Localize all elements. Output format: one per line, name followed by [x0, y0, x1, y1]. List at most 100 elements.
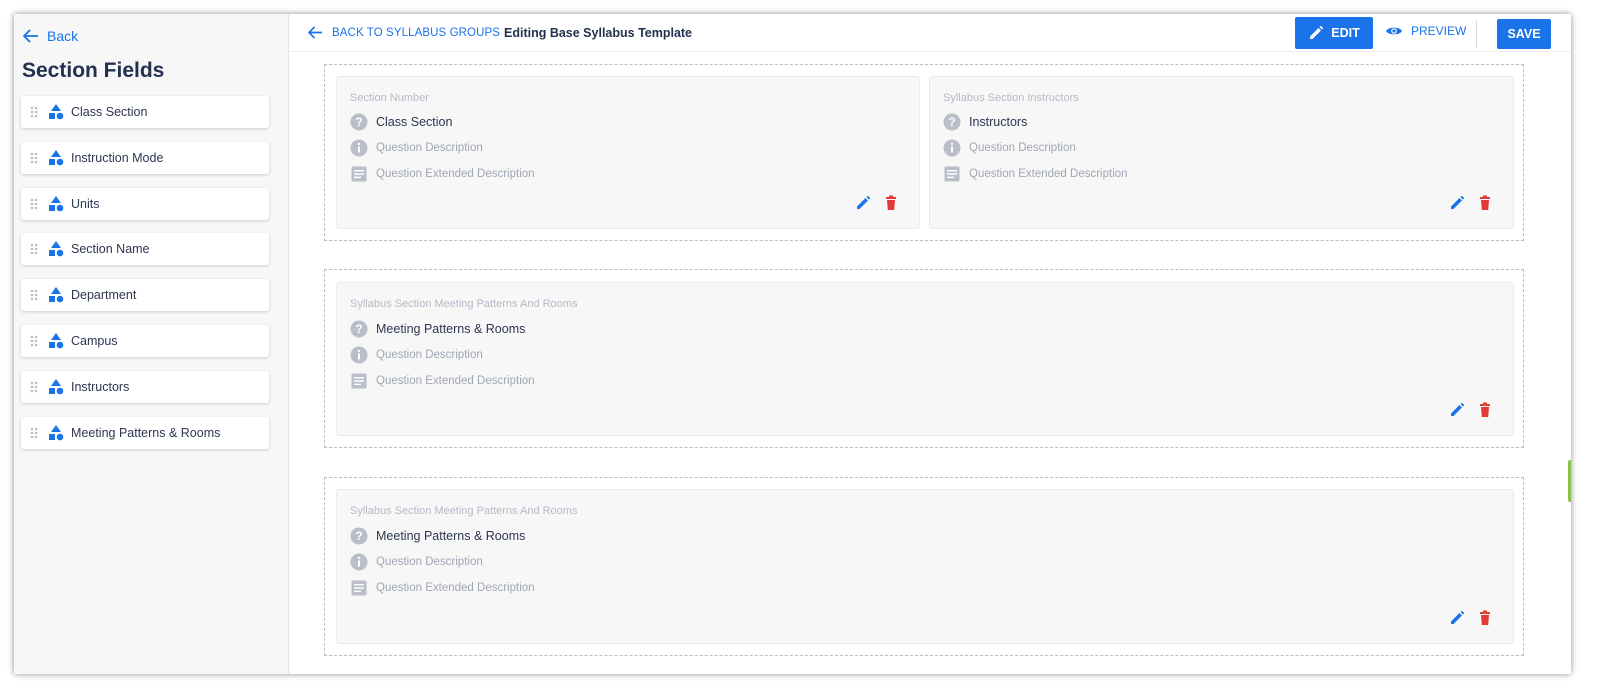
card-question-extended-description: Question Extended Description — [376, 582, 535, 594]
shapes-icon — [47, 378, 65, 396]
preview-button[interactable]: PREVIEW — [1385, 24, 1466, 38]
card-actions — [843, 195, 899, 211]
card-question-name: Class Section — [376, 115, 453, 129]
card-description-line: Question Description — [350, 346, 483, 364]
back-to-syllabus-groups-link[interactable]: BACK TO SYLLABUS GROUPS — [308, 26, 500, 39]
sidebar-title: Section Fields — [22, 59, 165, 82]
field-item-instructors[interactable]: Instructors — [21, 370, 269, 403]
template-row[interactable]: Section Number ? Class Section Question … — [324, 64, 1524, 241]
field-item-label: Units — [71, 196, 100, 211]
description-icon — [943, 165, 961, 183]
trash-icon[interactable] — [1477, 610, 1493, 626]
description-icon — [350, 372, 368, 390]
card-question-line: ? Meeting Patterns & Rooms — [350, 527, 525, 545]
page-title: Editing Base Syllabus Template — [504, 26, 693, 40]
card-extended-line: Question Extended Description — [350, 579, 535, 597]
pencil-icon[interactable] — [1449, 610, 1465, 626]
question-card[interactable]: Syllabus Section Meeting Patterns And Ro… — [336, 282, 1514, 436]
drag-handle-icon[interactable] — [21, 289, 47, 301]
drag-handle-icon[interactable] — [21, 152, 47, 164]
shapes-icon — [47, 195, 65, 213]
arrow-left-icon — [23, 29, 38, 43]
field-item-class-section[interactable]: Class Section — [21, 96, 269, 128]
field-item-section-name[interactable]: Section Name — [21, 233, 269, 266]
question-card[interactable]: Section Number ? Class Section Question … — [336, 76, 920, 229]
section-field-list: Class Section Instruction Mode Units Sec… — [21, 96, 269, 462]
feedback-tab[interactable] — [1568, 460, 1571, 502]
card-question-line: ? Instructors — [943, 113, 1027, 131]
description-icon — [350, 579, 368, 597]
shapes-icon — [47, 332, 65, 350]
question-icon: ? — [350, 320, 368, 338]
card-actions — [1437, 402, 1493, 418]
field-item-label: Section Name — [71, 242, 150, 257]
save-button[interactable]: SAVE — [1497, 19, 1551, 49]
info-icon — [350, 553, 368, 571]
field-item-department[interactable]: Department — [21, 279, 269, 312]
app-window: Back Section Fields Class Section Instru… — [14, 14, 1571, 674]
pencil-icon[interactable] — [1449, 195, 1465, 211]
pencil-icon[interactable] — [855, 195, 871, 211]
question-card[interactable]: Syllabus Section Meeting Patterns And Ro… — [336, 489, 1514, 644]
drag-handle-icon[interactable] — [21, 381, 47, 393]
card-question-line: ? Meeting Patterns & Rooms — [350, 320, 525, 338]
question-icon: ? — [943, 113, 961, 131]
drag-handle-icon[interactable] — [21, 427, 47, 439]
field-item-instruction-mode[interactable]: Instruction Mode — [21, 141, 269, 174]
card-question-description: Question Description — [969, 142, 1076, 154]
info-icon — [350, 139, 368, 157]
card-question-description: Question Description — [376, 142, 483, 154]
card-actions — [1437, 195, 1493, 211]
info-icon — [350, 346, 368, 364]
description-icon — [350, 165, 368, 183]
eye-icon — [1386, 27, 1402, 35]
field-item-meeting-patterns[interactable]: Meeting Patterns & Rooms — [21, 416, 269, 449]
back-label: Back — [47, 28, 79, 44]
arrow-left-icon — [308, 26, 322, 39]
field-item-label: Instruction Mode — [71, 150, 164, 165]
shapes-icon — [47, 240, 65, 258]
card-question-name: Instructors — [969, 115, 1028, 129]
field-item-units[interactable]: Units — [21, 187, 269, 220]
toolbar-divider — [1476, 20, 1477, 48]
template-row[interactable]: Syllabus Section Meeting Patterns And Ro… — [324, 269, 1524, 448]
card-field-label: Syllabus Section Meeting Patterns And Ro… — [350, 298, 578, 310]
drag-handle-icon[interactable] — [21, 106, 47, 118]
field-item-campus[interactable]: Campus — [21, 324, 269, 357]
pencil-icon[interactable] — [1449, 402, 1465, 418]
question-icon: ? — [350, 527, 368, 545]
edit-button[interactable]: EDIT — [1295, 17, 1373, 49]
back-link[interactable]: Back — [23, 28, 78, 44]
top-bar: BACK TO SYLLABUS GROUPS Editing Base Syl… — [290, 14, 1571, 52]
drag-handle-icon[interactable] — [21, 198, 47, 210]
card-question-description: Question Description — [376, 556, 483, 568]
card-question-extended-description: Question Extended Description — [376, 375, 535, 387]
drag-handle-icon[interactable] — [21, 335, 47, 347]
svg-text:?: ? — [355, 529, 362, 543]
card-field-label: Syllabus Section Meeting Patterns And Ro… — [350, 505, 578, 517]
card-extended-line: Question Extended Description — [350, 372, 535, 390]
template-row[interactable]: Syllabus Section Meeting Patterns And Ro… — [324, 477, 1524, 656]
sidebar: Back Section Fields Class Section Instru… — [14, 14, 289, 674]
card-description-line: Question Description — [943, 139, 1076, 157]
trash-icon[interactable] — [1477, 195, 1493, 211]
shapes-icon — [47, 149, 65, 167]
question-icon: ? — [350, 113, 368, 131]
trash-icon[interactable] — [883, 195, 899, 211]
card-question-description: Question Description — [376, 349, 483, 361]
svg-text:?: ? — [355, 322, 362, 336]
card-question-line: ? Class Section — [350, 113, 452, 131]
drag-handle-icon[interactable] — [21, 243, 47, 255]
shapes-icon — [47, 103, 65, 121]
pencil-icon — [1310, 25, 1324, 39]
shapes-icon — [47, 424, 65, 442]
preview-label: PREVIEW — [1411, 24, 1467, 38]
field-item-label: Class Section — [71, 105, 148, 119]
card-extended-line: Question Extended Description — [943, 165, 1128, 183]
template-canvas: Section Number ? Class Section Question … — [290, 53, 1571, 674]
back-to-syllabus-groups-label: BACK TO SYLLABUS GROUPS — [332, 26, 501, 39]
field-item-label: Instructors — [71, 379, 130, 394]
card-field-label: Syllabus Section Instructors — [943, 92, 1079, 104]
question-card[interactable]: Syllabus Section Instructors ? Instructo… — [929, 76, 1514, 229]
trash-icon[interactable] — [1477, 402, 1493, 418]
